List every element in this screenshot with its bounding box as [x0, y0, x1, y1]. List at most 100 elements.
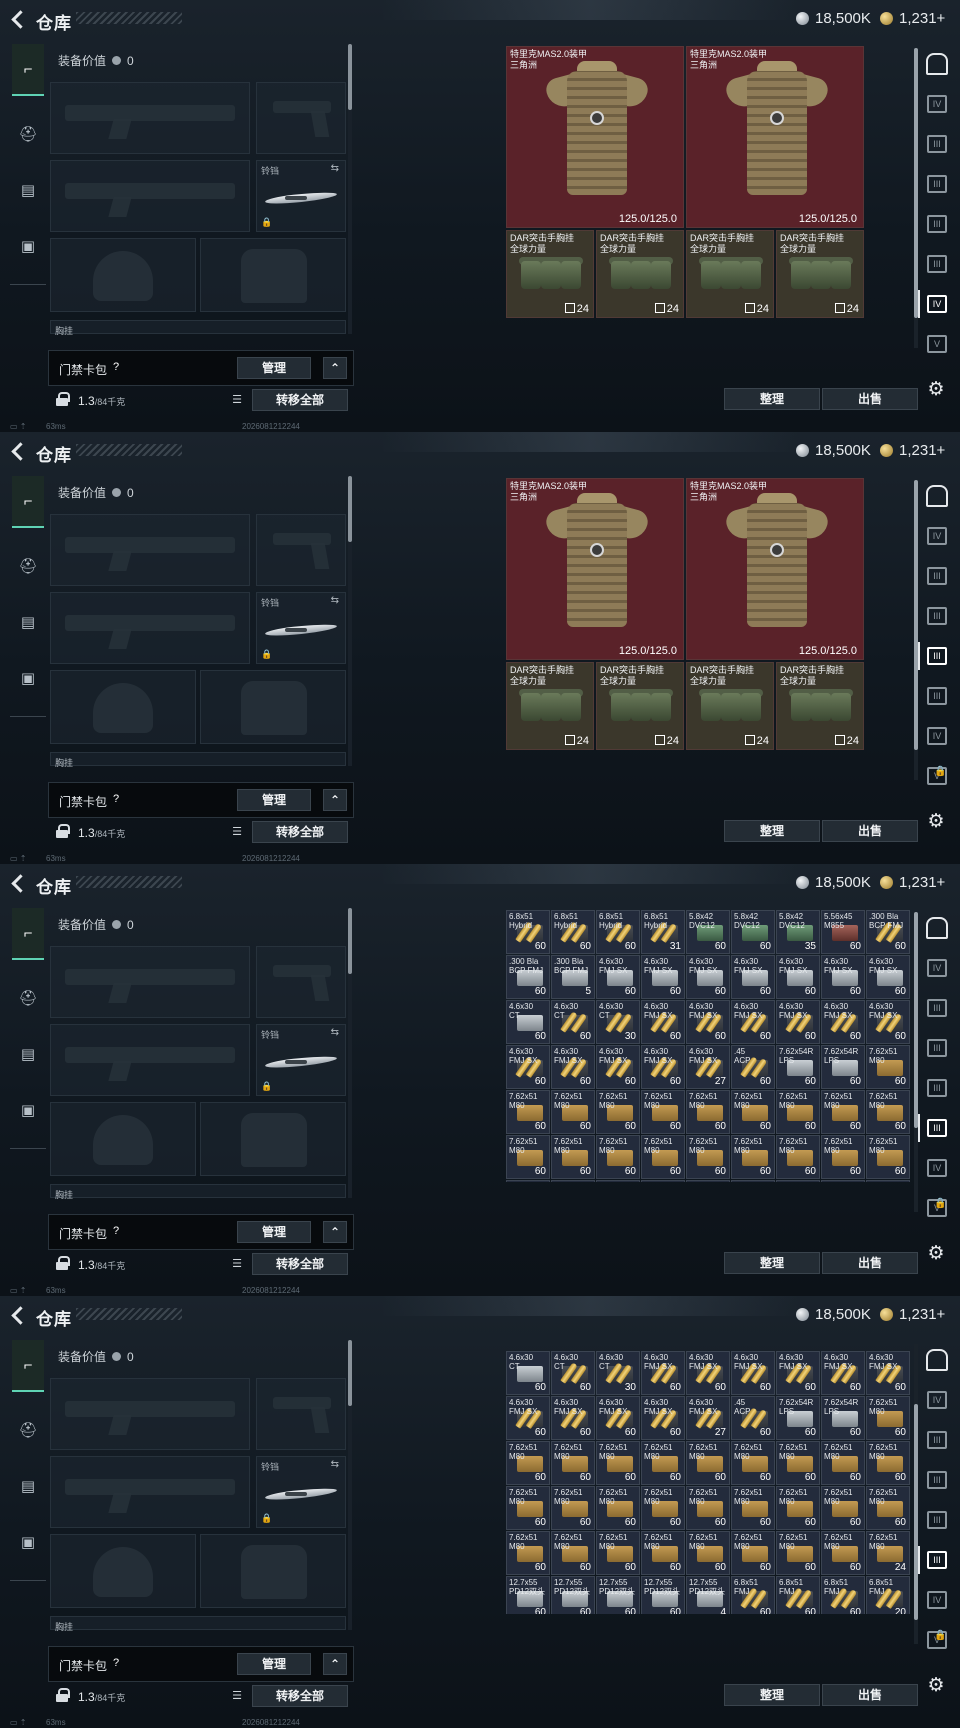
ammo-item[interactable]: 7.62x51 M8060	[506, 1180, 550, 1182]
storage-tab-5[interactable]: III	[918, 1542, 952, 1578]
ammo-item[interactable]: 4.6x30 FMJ SX 27	[686, 1396, 730, 1440]
ammo-item[interactable]: 7.62x51 M8060	[551, 1135, 595, 1179]
ammo-item[interactable]: 7.62x51 M8060	[641, 1441, 685, 1485]
ammo-item[interactable]: 6.8x51 Hybrid 31	[641, 910, 685, 954]
armor-item[interactable]: 特里克MAS2.0装甲 三角洲 125.0/125.0	[686, 46, 864, 228]
ammo-item[interactable]: 7.62x51 M8060	[641, 1180, 685, 1182]
ammo-item[interactable]: 7.62x51 M8060	[866, 1396, 910, 1440]
settings-gear-icon[interactable]: ⚙	[926, 812, 946, 832]
storage-tab-6[interactable]: IV	[922, 1150, 952, 1186]
ammo-item[interactable]: 12.7x55 PD12双头 60	[596, 1576, 640, 1614]
ammo-item[interactable]: 7.62x51 M8060	[821, 1090, 865, 1134]
settings-gear-icon[interactable]: ⚙	[926, 1244, 946, 1264]
ammo-item[interactable]: 7.62x51 M8060	[731, 1441, 775, 1485]
ammo-item[interactable]: 4.6x30 FMJ SX 60	[641, 1000, 685, 1044]
ammo-item[interactable]: 4.6x30 FMJ SX 60	[641, 955, 685, 999]
chest-rig-item[interactable]: DAR突击手胸挂 全球力量 24	[506, 230, 594, 318]
secondary-weapon-slot[interactable]	[50, 592, 250, 664]
ammo-item[interactable]: 7.62x51 M8060	[641, 1135, 685, 1179]
storage-tab-6[interactable]: IV	[922, 718, 952, 754]
armor-slot[interactable]	[200, 1102, 346, 1176]
ammo-item[interactable]: 7.62x51 M8060	[686, 1135, 730, 1179]
storage-tab-1[interactable]: IV	[922, 86, 952, 122]
helmet-slot[interactable]	[50, 1102, 196, 1176]
gold-currency[interactable]: 1,231+	[880, 874, 945, 891]
ammo-item[interactable]: 4.6x30 FMJ SX 60	[776, 1000, 820, 1044]
ammo-item[interactable]: 7.62x51 M8060	[776, 1135, 820, 1179]
chest-rig-item[interactable]: DAR突击手胸挂 全球力量 24	[686, 662, 774, 750]
ammo-item[interactable]: 4.6x30 CT 30	[596, 1000, 640, 1044]
storage-scrollbar[interactable]	[914, 1344, 918, 1644]
ammo-item[interactable]: 7.62x51 M8060	[731, 1486, 775, 1530]
ammo-item[interactable]: 7.62x51 M8060	[551, 1531, 595, 1575]
ammo-item[interactable]: 7.62x51 M8060	[821, 1135, 865, 1179]
ammo-item[interactable]: 7.62x51 M8060	[776, 1180, 820, 1182]
collapse-button[interactable]: ⌃	[323, 1221, 347, 1243]
chest-rig-item[interactable]: DAR突击手胸挂 全球力量 24	[686, 230, 774, 318]
secondary-weapon-slot[interactable]	[50, 1024, 250, 1096]
armor-icon[interactable]: ▤	[12, 1038, 44, 1070]
backpack-icon[interactable]: ▣	[12, 662, 44, 694]
help-button[interactable]: ?	[109, 1656, 123, 1670]
ammo-item[interactable]: 7.62x51 M8060	[551, 1180, 595, 1182]
ammo-item[interactable]: 4.6x30 FMJ SX 60	[641, 1045, 685, 1089]
primary-weapon-slot[interactable]	[50, 1378, 250, 1450]
storage-tab-2[interactable]: III	[922, 1422, 952, 1458]
sort-button[interactable]: 整理	[724, 820, 820, 842]
ammo-item[interactable]: 4.6x30 FMJ SX 60	[596, 1045, 640, 1089]
ammo-item[interactable]: 4.6x30 FMJ SX 60	[686, 955, 730, 999]
storage-tab-4[interactable]: III	[922, 206, 952, 242]
armor-icon[interactable]: ▤	[12, 606, 44, 638]
ammo-item[interactable]: 6.8x51 Hybrid 60	[551, 910, 595, 954]
ammo-item[interactable]: 7.62x51 M8060	[731, 1090, 775, 1134]
ammo-item[interactable]: 12.7x55 PD12双头 60	[551, 1576, 595, 1614]
ammo-item[interactable]: .300 Bla BCP FMJ 60	[506, 955, 550, 999]
ammo-item[interactable]: 7.62x51 M8060	[776, 1441, 820, 1485]
ammo-item[interactable]: 7.62x51 M8060	[731, 1180, 775, 1182]
ammo-item[interactable]: 7.62x54R LPS 60	[776, 1045, 820, 1089]
ammo-item[interactable]: 7.62x51 M8060	[596, 1135, 640, 1179]
pistol-icon[interactable]: ⌐	[12, 1340, 44, 1392]
equipment-scrollbar[interactable]	[348, 908, 352, 1198]
ammo-item[interactable]: 7.62x51 M8060	[506, 1486, 550, 1530]
sell-button[interactable]: 出售	[822, 1252, 918, 1274]
ammo-item[interactable]: 7.62x51 M8060	[776, 1531, 820, 1575]
pistol-icon[interactable]: ⌐	[12, 908, 44, 960]
ammo-item[interactable]: 4.6x30 FMJ SX 60	[596, 1396, 640, 1440]
transfer-all-button[interactable]: 转移全部	[252, 1685, 348, 1707]
secondary-weapon-slot[interactable]	[50, 1456, 250, 1528]
pistol-icon[interactable]: ⌐	[12, 476, 44, 528]
ammo-item[interactable]: 4.6x30 FMJ SX 60	[506, 1045, 550, 1089]
chest-rig-item[interactable]: DAR突击手胸挂 全球力量 24	[776, 230, 864, 318]
storage-tab-1[interactable]: IV	[922, 950, 952, 986]
storage-tab-4[interactable]: III	[918, 638, 952, 674]
storage-tab-6[interactable]: IV	[918, 286, 952, 322]
list-view-icon[interactable]: ☰	[228, 823, 246, 841]
ammo-item[interactable]: 5.8x42 DVC12 60	[731, 910, 775, 954]
ammo-item[interactable]: 4.6x30 CT 60	[551, 1000, 595, 1044]
ammo-item[interactable]: 4.6x30 FMJ SX 60	[866, 1351, 910, 1395]
manage-button[interactable]: 管理	[237, 1653, 311, 1675]
pistol-slot[interactable]	[256, 514, 346, 586]
melee-slot[interactable]: 铃铛 ⇆ 🔒	[256, 1024, 346, 1096]
storage-home-tab[interactable]	[922, 46, 952, 82]
chest-rig-item[interactable]: DAR突击手胸挂 全球力量 24	[596, 662, 684, 750]
helmet-icon[interactable]: ⛑	[12, 982, 44, 1014]
swap-icon[interactable]: ⇆	[331, 595, 339, 606]
ammo-item[interactable]: 4.6x30 FMJ SX 60	[551, 1045, 595, 1089]
backpack-icon[interactable]: ▣	[12, 1094, 44, 1126]
storage-tab-4[interactable]: III	[922, 1502, 952, 1538]
ammo-item[interactable]: 4.6x30 FMJ SX 60	[776, 1351, 820, 1395]
ammo-item[interactable]: 7.62x51 M8060	[641, 1090, 685, 1134]
ammo-item[interactable]: 4.6x30 FMJ SX 60	[821, 1351, 865, 1395]
ammo-item[interactable]: 7.62x51 M80 24	[866, 1531, 910, 1575]
secondary-weapon-slot[interactable]	[50, 160, 250, 232]
list-view-icon[interactable]: ☰	[228, 1255, 246, 1273]
ammo-item[interactable]: 7.62x51 M8060	[731, 1135, 775, 1179]
help-button[interactable]: ?	[109, 792, 123, 806]
storage-tab-7[interactable]: V	[922, 326, 952, 362]
ammo-item[interactable]: 7.62x51 M8060	[686, 1486, 730, 1530]
back-button[interactable]	[8, 439, 28, 463]
pistol-icon[interactable]: ⌐	[12, 44, 44, 96]
sort-button[interactable]: 整理	[724, 1252, 820, 1274]
